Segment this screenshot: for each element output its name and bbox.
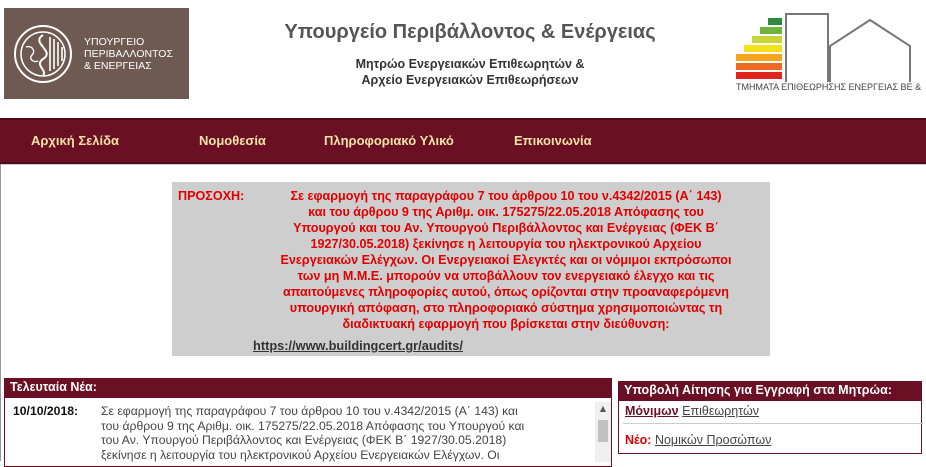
notice-box: ΠΡΟΣΟΧΗ: Σε εφαρμογή της παραγράφου 7 το… [172, 182, 770, 356]
nav-divider [0, 164, 926, 165]
news-date: 10/10/2018: [13, 404, 79, 418]
ministry-logo-text: ΥΠΟΥΡΓΕΙΟ ΠΕΡΙΒΑΛΛΟΝΤΟΣ & ΕΝΕΡΓΕΙΑΣ [84, 36, 184, 72]
registration-permanent-label[interactable]: Μόνιμων [625, 404, 679, 418]
news-panel-title: Τελευταία Νέα: [4, 378, 612, 397]
energy-rating-logo-icon [736, 13, 911, 82]
content-left-border [0, 164, 1, 461]
news-scrollbar[interactable]: ▲ [595, 402, 611, 462]
notice-line: Ενεργειακών Ελέγχων. Οι Ενεργειακοί Ελεγ… [280, 253, 732, 267]
new-badge: Νέο: [625, 433, 652, 447]
nav-item-home[interactable]: Αρχική Σελίδα [31, 133, 119, 148]
scroll-up-arrow-icon[interactable]: ▲ [595, 402, 611, 416]
scroll-thumb[interactable] [598, 420, 608, 442]
registration-divider [623, 423, 923, 424]
news-text: Σε εφαρμογή της παραγράφου 7 του άρθρου … [101, 404, 591, 462]
registration-legal-entities-link[interactable]: Νομικών Προσώπων [655, 433, 771, 447]
registration-inspectors-link[interactable]: Επιθεωρητών [682, 404, 759, 418]
logo-text-line-3: & ΕΝΕΡΓΕΙΑΣ [84, 59, 152, 72]
page-subtitle-line-2: Αρχείο Ενεργειακών Επιθεωρήσεων [361, 73, 579, 87]
registration-legal-entities[interactable]: Νέο: Νομικών Προσώπων [625, 433, 771, 447]
notice-line: διαδικτυακή εφαρμογή που βρίσκεται στην … [342, 317, 670, 331]
news-line: του άρθρου 9 της Αριθμ. οικ. 175275/22.0… [101, 418, 525, 433]
notice-line: Σε εφαρμογή της παραγράφου 7 του άρθρου … [290, 189, 722, 203]
main-navigation: Αρχική Σελίδα Νομοθεσία Πληροφοριακό Υλι… [0, 118, 926, 164]
notice-line: των μη Μ.Μ.Ε. μπορούν να υποβάλλουν τον … [297, 269, 715, 283]
news-line: του Αν. Υπουργού Περιβάλλοντος και Ενέργ… [101, 433, 507, 447]
notice-text: Σε εφαρμογή της παραγράφου 7 του άρθρου … [253, 188, 759, 332]
page-title: Υπουργείο Περιβάλλοντος & Ενέργειας [284, 21, 656, 43]
site-header: ΥΠΟΥΡΓΕΙΟ ΠΕΡΙΒΑΛΛΟΝΤΟΣ & ΕΝΕΡΓΕΙΑΣ Υπου… [0, 0, 926, 118]
nav-item-contact[interactable]: Επικοινωνία [514, 133, 592, 148]
notice-line: 1927/30.05.2018) ξεκίνησε η λειτουργία τ… [310, 237, 702, 251]
page-subtitle-line-1: Μητρώο Ενεργειακών Επιθεωρητών & [355, 57, 585, 71]
registration-panel-title: Υποβολή Αίτησης για Εγγραφή στα Μητρώα: [618, 381, 922, 400]
logo-text-line-1: ΥΠΟΥΡΓΕΙΟ [84, 35, 145, 48]
registration-permanent[interactable]: Μόνιμων Επιθεωρητών [625, 404, 759, 418]
registration-panel: Μόνιμων Επιθεωρητών Νέο: Νομικών Προσώπω… [618, 400, 923, 454]
ministry-logo[interactable]: ΥΠΟΥΡΓΕΙΟ ΠΕΡΙΒΑΛΛΟΝΤΟΣ & ΕΝΕΡΓΕΙΑΣ [4, 8, 189, 99]
ministry-emblem-icon [14, 24, 72, 83]
nav-item-legislation[interactable]: Νομοθεσία [199, 133, 266, 148]
logo-text-line-2: ΠΕΡΙΒΑΛΛΟΝΤΟΣ [84, 47, 173, 60]
energy-inspection-caption: ΤΜΗΜΑΤΑ ΕΠΙΘΕΩΡΗΣΗΣ ΕΝΕΡΓΕΙΑΣ ΒΕ & [736, 82, 922, 92]
news-line: Σε εφαρμογή της παραγράφου 7 του άρθρου … [101, 404, 518, 418]
notice-line: απαιτούμενες πληροφορίες αυτού, όπως ορί… [282, 285, 729, 299]
news-panel: 10/10/2018: Σε εφαρμογή της παραγράφου 7… [4, 397, 612, 467]
notice-line: υπουργική απόφαση, στο πληροφοριακό σύστ… [289, 301, 723, 315]
news-line: ξεκίνησε η λειτουργία του ηλεκτρονικού Α… [101, 447, 500, 462]
notice-line: και του άρθρου 9 της Αριθμ. οικ. 175275/… [308, 205, 704, 219]
notice-line: Υπουργού και του Αν. Υπουργού Περιβάλλον… [293, 221, 719, 235]
nav-item-information[interactable]: Πληροφοριακό Υλικό [324, 133, 454, 148]
audits-link[interactable]: https://www.buildingcert.gr/audits/ [253, 338, 463, 354]
notice-label: ΠΡΟΣΟΧΗ: [178, 189, 245, 203]
